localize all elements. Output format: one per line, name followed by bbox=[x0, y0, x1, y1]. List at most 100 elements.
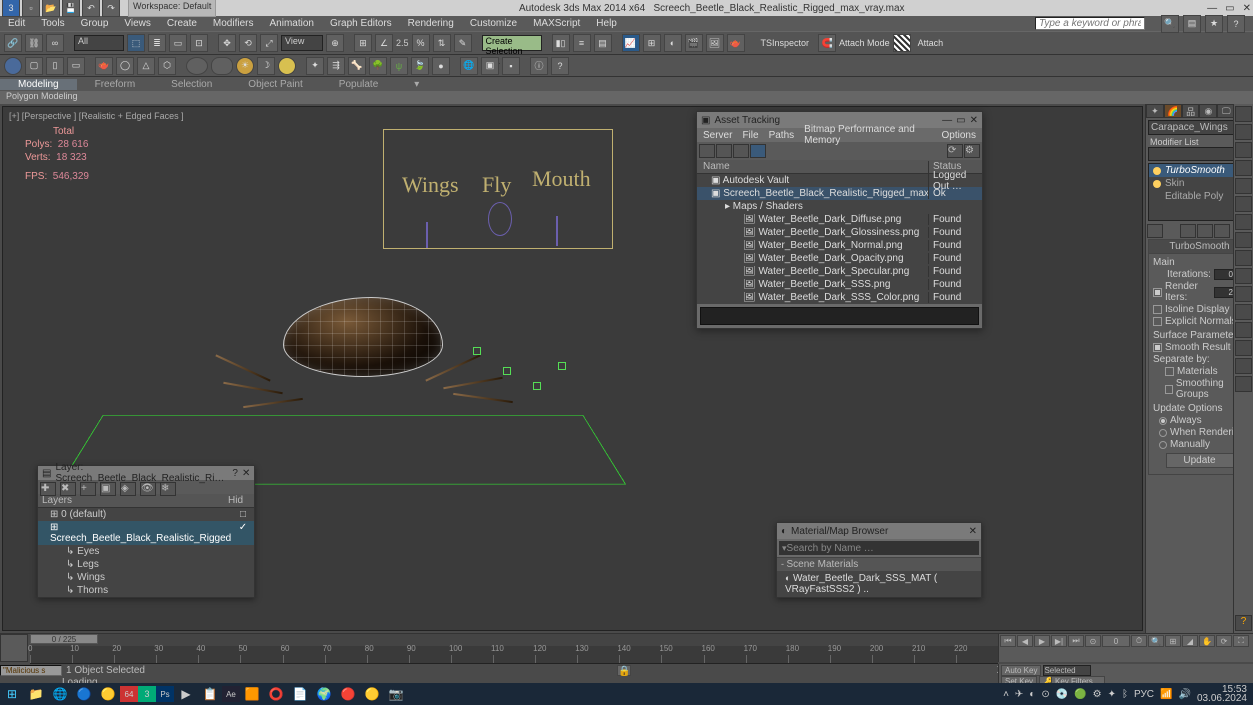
cylinder-icon[interactable]: ▯ bbox=[46, 57, 64, 75]
tree-icon[interactable]: 🌳 bbox=[369, 57, 387, 75]
app-64-icon[interactable]: 64 bbox=[120, 686, 138, 702]
update-button[interactable]: Update bbox=[1166, 453, 1234, 468]
layer-col-hide[interactable]: Hid bbox=[228, 495, 250, 506]
leaf-icon[interactable]: 🍃 bbox=[411, 57, 429, 75]
cone-icon[interactable]: △ bbox=[137, 57, 155, 75]
sun-icon[interactable]: ☀ bbox=[236, 57, 254, 75]
rotate-icon[interactable]: ⟲ bbox=[239, 34, 257, 52]
start-button[interactable]: ⊞ bbox=[0, 684, 24, 704]
layer-col-layers[interactable]: Layers bbox=[42, 495, 228, 506]
layer-sel-icon[interactable]: ▣ bbox=[100, 482, 116, 496]
nav-14-icon[interactable] bbox=[1235, 340, 1252, 356]
nav-lights-icon[interactable] bbox=[1235, 142, 1252, 158]
nav-10-icon[interactable] bbox=[1235, 268, 1252, 284]
help-search-input[interactable] bbox=[1035, 17, 1145, 30]
favorites-icon[interactable]: ★ bbox=[1205, 15, 1223, 33]
menu-modifiers[interactable]: Modifiers bbox=[213, 18, 254, 29]
layer-hl-icon[interactable]: ◈ bbox=[120, 482, 136, 496]
nav-8-icon[interactable] bbox=[1235, 232, 1252, 248]
material-editor-icon[interactable]: ◐ bbox=[664, 34, 682, 52]
asset-row[interactable]: 🖼 Water_Beetle_Dark_Normal.pngFound bbox=[697, 239, 982, 252]
app-1-icon[interactable]: 🔵 bbox=[72, 684, 96, 704]
menu-animation[interactable]: Animation bbox=[269, 18, 313, 29]
asset-settings-icon[interactable]: ⚙ bbox=[964, 144, 980, 158]
fov-icon[interactable]: ◢ bbox=[1182, 635, 1198, 647]
tray-4-icon[interactable]: 🟢 bbox=[1074, 689, 1086, 700]
nav-11-icon[interactable] bbox=[1235, 286, 1252, 302]
bone-icon[interactable]: 🦴 bbox=[348, 57, 366, 75]
select-rect-icon[interactable]: ▭ bbox=[169, 34, 187, 52]
attach-mode-label[interactable]: Attach Mode bbox=[839, 38, 890, 48]
geosphere-icon[interactable]: ⬡ bbox=[158, 57, 176, 75]
asset-command-input[interactable] bbox=[700, 307, 979, 325]
teapot-icon[interactable]: 🫖 bbox=[95, 57, 113, 75]
app-8-icon[interactable]: 🟡 bbox=[360, 684, 384, 704]
layer-row[interactable]: ⊞ Screech_Beetle_Black_Realistic_Rigged✓ bbox=[38, 521, 254, 545]
tray-1-icon[interactable]: ◐ bbox=[1029, 689, 1035, 700]
tray-volume-icon[interactable]: 🔊 bbox=[1178, 689, 1190, 700]
menu-create[interactable]: Create bbox=[167, 18, 197, 29]
menu-maxscript[interactable]: MAXScript bbox=[533, 18, 580, 29]
angle-snap-icon[interactable]: ∠ bbox=[375, 34, 393, 52]
ref-coord-dropdown[interactable]: View bbox=[281, 35, 323, 51]
pan-icon[interactable]: ✋ bbox=[1199, 635, 1215, 647]
percent-snap-icon[interactable]: % bbox=[412, 34, 430, 52]
goto-start-icon[interactable]: ⏮ bbox=[1000, 635, 1016, 647]
nav-6-icon[interactable] bbox=[1235, 196, 1252, 212]
nav-13-icon[interactable] bbox=[1235, 322, 1252, 338]
tray-2-icon[interactable]: ⊙ bbox=[1041, 689, 1049, 700]
tray-bluetooth-icon[interactable]: ᛒ bbox=[1122, 689, 1128, 700]
tsinspector-label[interactable]: TSInspector bbox=[755, 38, 816, 48]
tab-selection[interactable]: Selection bbox=[153, 79, 230, 90]
layer-panel[interactable]: ▤ Layer: Screech_Beetle_Black_Realistic_… bbox=[37, 465, 255, 598]
nav-7-icon[interactable] bbox=[1235, 214, 1252, 230]
app-6-icon[interactable]: 🌍 bbox=[312, 684, 336, 704]
cmd-tab-hierarchy[interactable]: 品 bbox=[1182, 104, 1200, 118]
attach-label[interactable]: Attach bbox=[914, 38, 948, 48]
asset-row[interactable]: 🖼 Water_Beetle_Dark_Opacity.pngFound bbox=[697, 252, 982, 265]
select-name-icon[interactable]: ≣ bbox=[148, 34, 166, 52]
asset-menu-paths[interactable]: Paths bbox=[769, 130, 795, 141]
layer-hide-icon[interactable]: 👁 bbox=[140, 482, 156, 496]
render-frame-icon[interactable]: 🖼 bbox=[706, 34, 724, 52]
torus-icon[interactable]: ◯ bbox=[116, 57, 134, 75]
isoline-checkbox[interactable] bbox=[1153, 305, 1162, 314]
nav-12-icon[interactable] bbox=[1235, 304, 1252, 320]
select-window-icon[interactable]: ⊡ bbox=[190, 34, 208, 52]
asset-menu-bitmap[interactable]: Bitmap Performance and Memory bbox=[804, 124, 931, 146]
prev-frame-icon[interactable]: ◀ bbox=[1017, 635, 1033, 647]
update-always-radio[interactable] bbox=[1159, 417, 1167, 425]
menu-tools[interactable]: Tools bbox=[41, 18, 64, 29]
minimize-button[interactable]: — bbox=[1207, 3, 1217, 14]
trackbar-button[interactable] bbox=[0, 634, 28, 662]
spinner-snap-icon[interactable]: ⇅ bbox=[433, 34, 451, 52]
nav-4-icon[interactable] bbox=[1235, 160, 1252, 176]
globe-icon[interactable]: 🌐 bbox=[460, 57, 478, 75]
viewport-label[interactable]: [+] [Perspective ] [Realistic + Edged Fa… bbox=[9, 111, 184, 121]
tray-wifi-icon[interactable]: 📶 bbox=[1160, 689, 1172, 700]
remove-modifier-icon[interactable] bbox=[1214, 224, 1230, 238]
nav-9-icon[interactable] bbox=[1235, 250, 1252, 266]
sphere-icon[interactable] bbox=[4, 57, 22, 75]
play-icon[interactable]: ▶ bbox=[1034, 635, 1050, 647]
snap-toggle-icon[interactable]: ⊞ bbox=[354, 34, 372, 52]
pivot-icon[interactable]: ⊕ bbox=[326, 34, 344, 52]
zoom-icon[interactable]: 🔍 bbox=[1148, 635, 1164, 647]
app-3-icon[interactable]: 🟧 bbox=[240, 684, 264, 704]
misc-2-icon[interactable]: ▪ bbox=[502, 57, 520, 75]
tray-telegram-icon[interactable]: ✈ bbox=[1015, 689, 1023, 700]
update-rendering-radio[interactable] bbox=[1159, 429, 1167, 437]
tray-6-icon[interactable]: ✦ bbox=[1108, 689, 1116, 700]
tray-3-icon[interactable]: 💿 bbox=[1056, 689, 1068, 700]
menu-graph-editors[interactable]: Graph Editors bbox=[330, 18, 392, 29]
help-icon[interactable]: ? bbox=[1227, 15, 1245, 33]
checker-icon[interactable] bbox=[893, 34, 911, 52]
rock-icon[interactable]: ● bbox=[432, 57, 450, 75]
smooth-result-checkbox[interactable] bbox=[1153, 343, 1162, 352]
orbit-icon[interactable]: ⟳ bbox=[1216, 635, 1232, 647]
menu-help[interactable]: Help bbox=[596, 18, 617, 29]
nav-home-icon[interactable] bbox=[1235, 106, 1252, 122]
nav-help-icon[interactable]: ? bbox=[1235, 615, 1252, 631]
nav-16-icon[interactable] bbox=[1235, 376, 1252, 392]
next-frame-icon[interactable]: ▶| bbox=[1051, 635, 1067, 647]
